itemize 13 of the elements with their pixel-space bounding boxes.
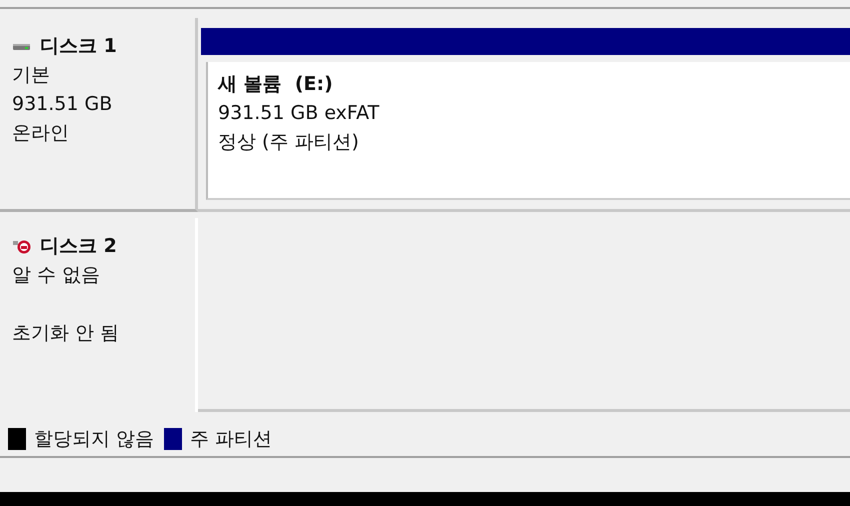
disk-name: 디스크 1 (40, 34, 117, 59)
volume-detail: 정상 (주 파티션) (218, 130, 360, 155)
drive-error-icon (12, 238, 32, 254)
volume-detail: 931.51 GB exFAT (218, 101, 380, 126)
disk-detail: 기본 (12, 63, 51, 88)
legend-label: 할당되지 않음 (34, 427, 154, 452)
disk-detail: 초기화 안 됨 (12, 321, 120, 346)
legend-label: 주 파티션 (190, 427, 272, 452)
disk-detail: 931.51 GB (12, 92, 114, 117)
disk-detail: 알 수 없음 (12, 263, 102, 288)
disk-name: 디스크 2 (40, 234, 117, 259)
disk-detail: 온라인 (12, 121, 70, 146)
volume-title: 새 볼륨 (E:) (218, 72, 334, 97)
